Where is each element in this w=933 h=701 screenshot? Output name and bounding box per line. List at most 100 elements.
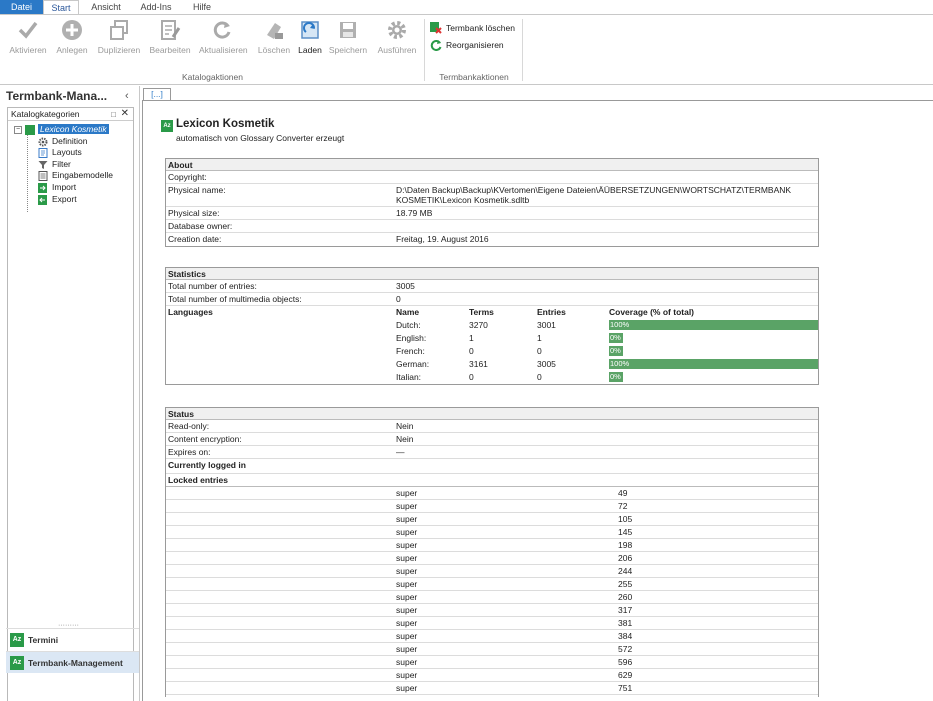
- locked-entry-id: 72: [618, 501, 628, 511]
- locked-entry-id: 381: [618, 618, 633, 628]
- locked-entry-user: super: [396, 683, 418, 693]
- locked-entry-id: 105: [618, 514, 633, 524]
- statistics-section: Statistics Total number of entries: 3005 …: [165, 267, 819, 385]
- ausfuehren-button[interactable]: Ausführen: [374, 19, 420, 55]
- tab-ansicht[interactable]: Ansicht: [84, 0, 128, 15]
- tree-item-definition[interactable]: Definition: [12, 136, 113, 148]
- about-header: About: [166, 159, 818, 171]
- tree-item-label: Layouts: [52, 147, 82, 158]
- load-icon: [299, 19, 321, 41]
- tab-add-ins[interactable]: Add-Ins: [132, 0, 180, 15]
- edit-document-icon: [159, 19, 181, 41]
- locked-entry-row: super 198: [166, 539, 818, 552]
- locked-entry-id: 572: [618, 644, 633, 654]
- tab-datei[interactable]: Datei: [0, 0, 43, 15]
- reorganisieren-button[interactable]: Reorganisieren: [430, 38, 504, 52]
- tree-item-lexicon-kosmetik[interactable]: − Lexicon Kosmetik: [12, 124, 113, 136]
- duplizieren-button[interactable]: Duplizieren: [96, 19, 142, 55]
- col-name: Name: [396, 307, 420, 317]
- termini-icon: Az: [10, 633, 24, 647]
- locked-entry-user: super: [396, 527, 418, 537]
- locked-entry-row: super 255: [166, 578, 818, 591]
- tree-root-label: Lexicon Kosmetik: [38, 124, 109, 134]
- status-row: Read-only: Nein: [166, 420, 818, 433]
- layout-icon: [38, 148, 48, 159]
- termbankaktionen-group-label: Termbankaktionen: [439, 72, 509, 82]
- tree-item-export[interactable]: Export: [12, 194, 113, 206]
- language-entries: 0: [537, 372, 542, 382]
- aktualisieren-button[interactable]: Aktualisieren: [199, 19, 248, 55]
- coverage-label: 0%: [610, 346, 621, 355]
- speichern-button[interactable]: Speichern: [325, 19, 371, 55]
- document-tab[interactable]: [...]: [143, 88, 171, 100]
- anlegen-button[interactable]: Anlegen: [49, 19, 95, 55]
- locked-entry-user: super: [396, 605, 418, 615]
- export-icon: [38, 194, 48, 205]
- tree-item-import[interactable]: Import: [12, 182, 113, 194]
- language-entries: 0: [537, 346, 542, 356]
- coverage-bar: 100%: [609, 359, 818, 369]
- bearbeiten-button[interactable]: Bearbeiten: [147, 19, 193, 55]
- status-value: Nein: [396, 434, 414, 444]
- ribbon-separator: [424, 19, 425, 81]
- locked-entry-row: super 596: [166, 656, 818, 669]
- locked-entry-user: super: [396, 566, 418, 576]
- gear-icon: [38, 137, 48, 147]
- pin-icon[interactable]: □: [111, 108, 116, 121]
- about-row: Physical size: 18.79 MB: [166, 207, 818, 220]
- language-terms: 1: [469, 333, 474, 343]
- termbank-management-icon: Az: [10, 656, 24, 670]
- coverage-bar: 0%: [609, 333, 818, 343]
- col-entries: Entries: [537, 307, 566, 317]
- status-key: Content encryption:: [168, 434, 242, 444]
- coverage-fill: [609, 320, 818, 330]
- status-key: Expires on:: [168, 447, 211, 457]
- locked-entry-user: super: [396, 592, 418, 602]
- duplicate-icon: [108, 19, 130, 41]
- tab-start[interactable]: Start: [43, 0, 79, 15]
- stat-row: Total number of entries: 3005: [166, 280, 818, 293]
- termbank-icon: Az: [161, 120, 173, 132]
- ribbon-separator-2: [522, 19, 523, 81]
- locked-entry-row: super 72: [166, 500, 818, 513]
- coverage-bar: 0%: [609, 372, 818, 382]
- locked-entry-user: super: [396, 631, 418, 641]
- termbank-subtitle: automatisch von Glossary Converter erzeu…: [176, 133, 345, 143]
- locked-entry-row: super 384: [166, 630, 818, 643]
- locked-entry-row: super 751: [166, 682, 818, 695]
- about-value: Freitag, 19. August 2016: [396, 234, 489, 244]
- tree-item-label: Filter: [52, 158, 71, 169]
- language-terms: 0: [469, 346, 474, 356]
- coverage-label: 0%: [610, 333, 621, 342]
- col-terms: Terms: [469, 307, 494, 317]
- ribbon: Aktivieren Anlegen Duplizieren Bearbeite…: [0, 14, 933, 85]
- tree-item-eingabemodelle[interactable]: Eingabemodelle: [12, 170, 113, 182]
- tree-item-filter[interactable]: Filter: [12, 159, 113, 171]
- chevron-left-icon[interactable]: ‹: [125, 90, 129, 102]
- language-entries: 3005: [537, 359, 556, 369]
- nav-button-termini[interactable]: Az Termini: [6, 628, 139, 650]
- stat-key: Total number of entries:: [168, 281, 257, 291]
- locked-entry-id: 596: [618, 657, 633, 667]
- stat-key: Total number of multimedia objects:: [168, 294, 302, 304]
- navigation-pane: Termbank-Mana... ‹ Katalogkategorien □ ✕…: [0, 86, 140, 701]
- refresh-icon: [211, 19, 233, 41]
- termbank-icon: [25, 125, 35, 135]
- language-row: Dutch: 3270 3001 100%: [166, 319, 818, 332]
- nav-button-termbank-management[interactable]: Az Termbank-Management: [6, 651, 139, 673]
- language-terms: 0: [469, 372, 474, 382]
- aktivieren-button[interactable]: Aktivieren: [5, 19, 51, 55]
- tree-item-layouts[interactable]: Layouts: [12, 147, 113, 159]
- collapse-icon[interactable]: −: [14, 126, 22, 134]
- locked-entries-table: super 49 super 72 super 105 super 145 super 198 su…: [166, 487, 818, 695]
- status-row: Currently logged in: [166, 459, 818, 474]
- locked-entry-user: super: [396, 644, 418, 654]
- locked-entry-row: super 206: [166, 552, 818, 565]
- language-entries: 3001: [537, 320, 556, 330]
- about-key: Database owner:: [168, 221, 233, 231]
- tab-hilfe[interactable]: Hilfe: [184, 0, 220, 15]
- statistics-header: Statistics: [166, 268, 818, 280]
- termbank-loeschen-button[interactable]: Termbank löschen: [430, 21, 515, 35]
- close-icon[interactable]: ✕: [121, 107, 129, 120]
- tree-item-label: Eingabemodelle: [52, 170, 113, 181]
